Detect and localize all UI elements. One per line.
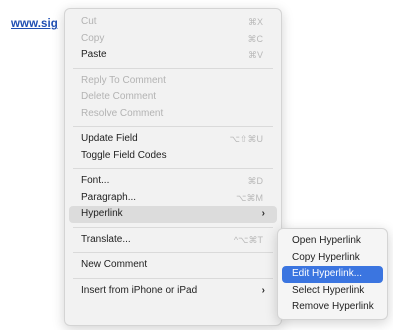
shortcut-label: ⌘X xyxy=(247,17,263,27)
menu-item-label: Copy xyxy=(81,32,105,44)
menu-item-label: Reply To Comment xyxy=(81,74,166,86)
shortcut-label: ⌥⌘M xyxy=(236,192,263,203)
menu-item-label: Insert from iPhone or iPad xyxy=(81,284,198,296)
menu-item-font[interactable]: Font... ⌘D xyxy=(69,173,277,190)
submenu-item-open-hyperlink[interactable]: Open Hyperlink xyxy=(282,233,383,250)
menu-separator xyxy=(73,67,273,69)
shortcut-label: ⌘V xyxy=(247,50,263,60)
shortcut-label: ⌘C xyxy=(247,33,264,44)
menu-item-delete-comment[interactable]: Delete Comment xyxy=(69,89,277,106)
menu-item-new-comment[interactable]: New Comment xyxy=(69,257,277,274)
menu-separator xyxy=(73,226,273,228)
menu-separator xyxy=(73,252,273,253)
menu-item-reply-to-comment[interactable]: Reply To Comment xyxy=(69,73,277,90)
menu-item-label: Font... xyxy=(81,175,110,186)
menu-item-label: Cut xyxy=(81,16,97,27)
menu-item-label: Translate... xyxy=(81,233,131,245)
menu-separator xyxy=(73,126,273,127)
menu-item-label: Toggle Field Codes xyxy=(81,149,167,161)
menu-item-insert-from-iphone[interactable]: Insert from iPhone or iPad › xyxy=(69,283,277,300)
menu-item-toggle-field-codes[interactable]: Toggle Field Codes xyxy=(69,148,277,165)
shortcut-label: ⌥⇧⌘U xyxy=(229,134,263,144)
menu-item-copy[interactable]: Copy ⌘C xyxy=(69,31,277,48)
menu-item-label: Delete Comment xyxy=(81,91,157,102)
menu-separator xyxy=(73,277,273,279)
menu-item-label: New Comment xyxy=(81,259,148,270)
document-hyperlink[interactable]: www.sig xyxy=(11,18,58,30)
menu-item-label: Resolve Comment xyxy=(81,107,164,119)
menu-item-label: Hyperlink xyxy=(81,208,123,219)
shortcut-label: ^⌥⌘T xyxy=(233,234,263,245)
menu-item-update-field[interactable]: Update Field ⌥⇧⌘U xyxy=(69,131,277,148)
chevron-right-icon: › xyxy=(261,208,265,219)
chevron-right-icon: › xyxy=(261,284,265,296)
submenu-item-copy-hyperlink[interactable]: Copy Hyperlink xyxy=(282,250,383,267)
context-menu: Cut ⌘X Copy ⌘C Paste ⌘V Reply To Comment… xyxy=(64,8,282,326)
menu-item-hyperlink[interactable]: Hyperlink › xyxy=(69,206,277,223)
menu-item-paste[interactable]: Paste ⌘V xyxy=(69,47,277,64)
menu-item-label: Paragraph... xyxy=(81,191,137,203)
shortcut-label: ⌘D xyxy=(247,176,264,186)
menu-item-label: Paste xyxy=(81,49,107,60)
hyperlink-submenu: Open Hyperlink Copy Hyperlink Edit Hyper… xyxy=(277,228,388,320)
menu-separator xyxy=(73,168,273,169)
menu-item-label: Update Field xyxy=(81,133,138,144)
submenu-item-select-hyperlink[interactable]: Select Hyperlink xyxy=(282,283,383,300)
submenu-item-edit-hyperlink[interactable]: Edit Hyperlink... xyxy=(282,266,383,283)
menu-item-paragraph[interactable]: Paragraph... ⌥⌘M xyxy=(69,190,277,207)
menu-item-translate[interactable]: Translate... ^⌥⌘T xyxy=(69,232,277,249)
submenu-item-remove-hyperlink[interactable]: Remove Hyperlink xyxy=(282,299,383,316)
menu-item-cut[interactable]: Cut ⌘X xyxy=(69,14,277,31)
menu-item-resolve-comment[interactable]: Resolve Comment xyxy=(69,106,277,123)
